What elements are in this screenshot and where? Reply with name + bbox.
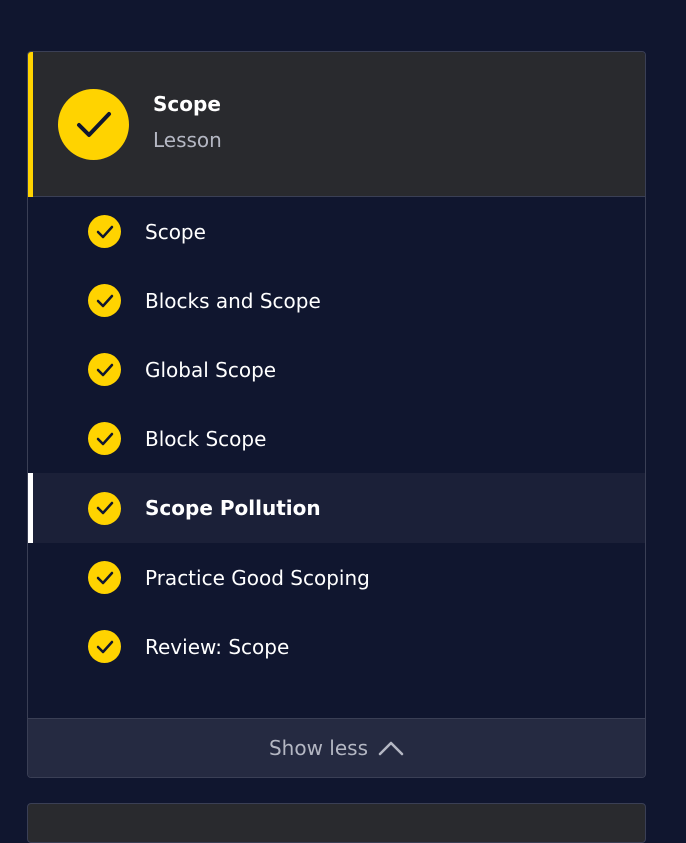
check-circle-icon: [88, 561, 121, 594]
lesson-item-list: Scope Blocks and Scope Global Scope Bloc…: [28, 197, 645, 681]
list-item[interactable]: Review: Scope: [28, 612, 645, 681]
list-item-label: Review: Scope: [145, 634, 290, 659]
list-item[interactable]: Practice Good Scoping: [28, 543, 645, 612]
check-circle-icon: [58, 89, 129, 160]
check-circle-icon: [88, 284, 121, 317]
lesson-type-label: Lesson: [153, 128, 222, 152]
list-item[interactable]: Block Scope: [28, 404, 645, 473]
header-accent-bar: [28, 52, 33, 197]
show-less-label: Show less: [268, 736, 369, 760]
list-item-label: Scope Pollution: [145, 496, 321, 520]
check-circle-icon: [88, 630, 121, 663]
list-item[interactable]: Scope: [28, 197, 645, 266]
show-less-button[interactable]: Show less: [28, 718, 645, 777]
list-item-label: Blocks and Scope: [145, 288, 321, 313]
list-item[interactable]: Global Scope: [28, 335, 645, 404]
check-circle-icon: [88, 353, 121, 386]
lesson-panel: Scope Lesson Scope Blocks and Scope Glob…: [27, 51, 646, 778]
next-lesson-panel[interactable]: [27, 803, 646, 843]
list-item-label: Block Scope: [145, 426, 267, 451]
check-circle-icon: [88, 215, 121, 248]
check-circle-icon: [88, 491, 121, 525]
list-item-label: Practice Good Scoping: [145, 565, 370, 590]
list-item-label: Scope: [145, 219, 206, 244]
lesson-title: Scope: [153, 92, 221, 116]
list-item[interactable]: Blocks and Scope: [28, 266, 645, 335]
list-item-label: Global Scope: [145, 357, 277, 382]
list-item-active[interactable]: Scope Pollution: [28, 473, 645, 543]
chevron-up-icon: [378, 740, 404, 756]
check-circle-icon: [88, 422, 121, 455]
lesson-header[interactable]: Scope Lesson: [28, 52, 645, 197]
